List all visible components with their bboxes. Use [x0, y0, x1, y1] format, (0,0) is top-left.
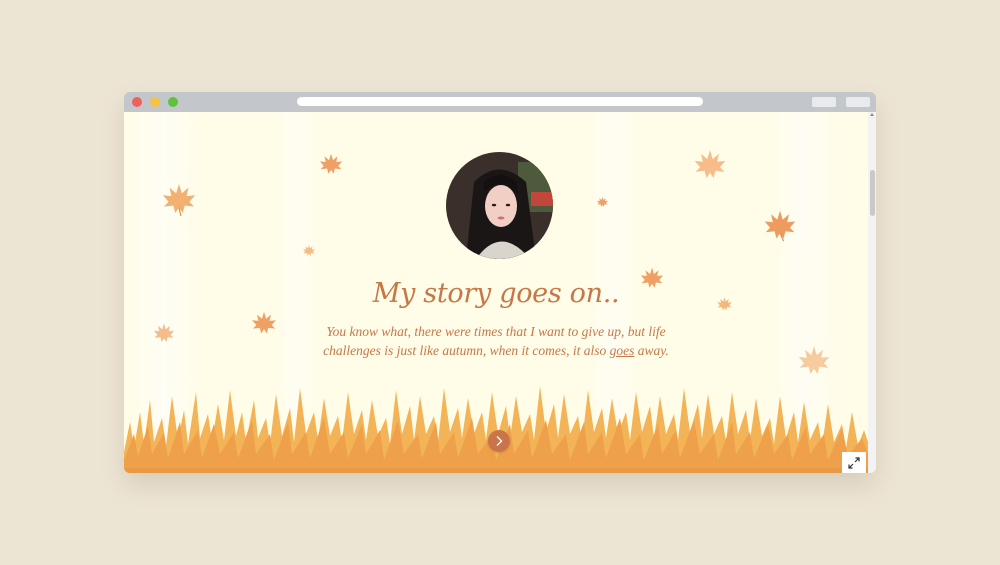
chevron-right-icon — [496, 436, 503, 446]
toolbar-button[interactable] — [846, 97, 870, 107]
grass-decoration — [124, 386, 868, 473]
story-line-2-start: challenges is just like autumn, when it … — [323, 343, 610, 358]
close-window-button[interactable] — [132, 97, 142, 107]
scrollbar-thumb[interactable] — [870, 170, 875, 216]
toolbar-button[interactable] — [812, 97, 836, 107]
goes-link[interactable]: goes — [610, 343, 635, 358]
profile-avatar — [446, 152, 553, 259]
maximize-window-button[interactable] — [168, 97, 178, 107]
page-title: My story goes on.. — [372, 278, 620, 309]
story-line-2-end: away. — [634, 343, 669, 358]
story-line-1: You know what, there were times that I w… — [326, 324, 666, 339]
maple-leaf-icon — [303, 244, 315, 256]
story-paragraph: You know what, there were times that I w… — [316, 322, 676, 360]
maple-leaf-icon — [596, 196, 609, 207]
maple-leaf-icon — [319, 153, 343, 174]
maple-leaf-icon — [694, 150, 726, 178]
maple-leaf-icon — [162, 183, 196, 216]
next-button[interactable] — [488, 430, 510, 452]
scroll-up-arrow-icon[interactable] — [870, 113, 874, 116]
vertical-scrollbar[interactable] — [868, 112, 876, 473]
browser-window: My story goes on.. You know what, there … — [124, 92, 876, 473]
maple-leaf-icon — [798, 346, 830, 374]
title-bar — [124, 92, 876, 112]
page-viewport: My story goes on.. You know what, there … — [124, 112, 868, 473]
maple-leaf-icon — [764, 210, 796, 242]
minimize-window-button[interactable] — [150, 97, 160, 107]
expand-icon — [848, 456, 860, 469]
address-bar[interactable] — [297, 97, 703, 106]
fullscreen-button[interactable] — [842, 452, 866, 473]
maple-leaf-icon — [252, 311, 276, 334]
maple-leaf-icon — [153, 323, 175, 342]
